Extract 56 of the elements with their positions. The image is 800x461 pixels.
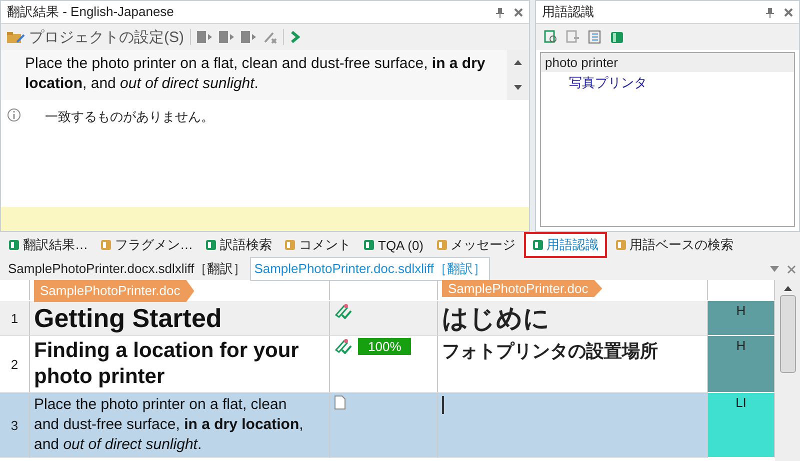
scroll-down-icon[interactable] (514, 85, 522, 90)
database-icon[interactable] (610, 30, 624, 44)
row-number: 1 (0, 301, 30, 336)
style-label: H (736, 338, 746, 353)
tab-icon (532, 239, 544, 251)
panel-tab[interactable]: TQA (0) (359, 234, 428, 256)
file-tag: SamplePhotoPrinter.doc (442, 280, 602, 297)
scroll-up-icon[interactable] (784, 286, 792, 291)
source-sentence: Place the photo printer on a flat, clean and dust-free surface, in a dry location, and out of direct sunlight. (24, 54, 486, 94)
list-arrow-icon[interactable] (241, 30, 257, 44)
list-arrow-icon[interactable] (197, 30, 213, 44)
list-arrow-icon[interactable] (219, 30, 235, 44)
panel-tab[interactable]: フラグメン… (96, 233, 197, 257)
row-number: 3 (0, 393, 30, 458)
document-tab[interactable]: SamplePhotoPrinter.docx.sdlxliff［翻訳］ (4, 257, 250, 281)
scrollbar[interactable] (507, 50, 529, 100)
panel-tab[interactable]: 用語ベースの検索 (610, 233, 738, 257)
close-icon[interactable] (514, 8, 523, 16)
style-label: H (736, 303, 746, 318)
pin-icon[interactable] (766, 6, 774, 18)
target-segment[interactable]: フォトプリンタの設置場所 (442, 341, 658, 361)
term-translation[interactable]: 写真プリンタ (541, 72, 794, 94)
panel-title: 翻訳結果 - English-Japanese (7, 3, 174, 21)
tab-icon (100, 239, 112, 251)
source-segment[interactable]: Finding a location for your photo printer (34, 338, 325, 390)
tab-icon (284, 239, 296, 251)
folder-pencil-icon (7, 30, 25, 44)
panel-tab[interactable]: 用語認識 (524, 232, 607, 258)
document-tab[interactable]: SamplePhotoPrinter.doc.sdlxliff［翻訳］ (250, 257, 490, 281)
close-icon[interactable] (787, 264, 796, 274)
pin-icon[interactable] (496, 6, 504, 18)
file-tag: SamplePhotoPrinter.doc (34, 280, 194, 302)
chevron-right-icon[interactable] (290, 30, 300, 44)
database-search-icon[interactable] (544, 30, 558, 44)
panel-tab[interactable]: メッセージ (432, 233, 520, 257)
dropdown-icon[interactable] (770, 266, 779, 272)
scrollbar[interactable] (775, 280, 800, 461)
no-match-message: 一致するものがありません。 (45, 108, 214, 126)
match-percentage: 100% (358, 338, 412, 355)
panel-title: 用語認識 (542, 3, 594, 21)
term-source[interactable]: photo printer (541, 53, 794, 72)
tab-icon (205, 239, 217, 251)
panel-tab[interactable]: 訳語検索 (201, 233, 276, 257)
tab-icon (614, 239, 627, 251)
text-cursor (442, 396, 444, 414)
tab-icon (8, 239, 20, 251)
tools-icon[interactable] (263, 30, 277, 44)
tab-icon (436, 239, 448, 251)
scroll-up-icon[interactable] (514, 60, 522, 65)
panel-tab[interactable]: コメント (280, 233, 355, 257)
info-icon (7, 108, 21, 122)
style-label: LI (736, 395, 746, 410)
panel-tab[interactable]: 翻訳結果… (4, 233, 92, 257)
document-list-icon[interactable] (588, 30, 602, 44)
close-icon[interactable] (784, 8, 793, 16)
tab-icon (363, 239, 375, 251)
